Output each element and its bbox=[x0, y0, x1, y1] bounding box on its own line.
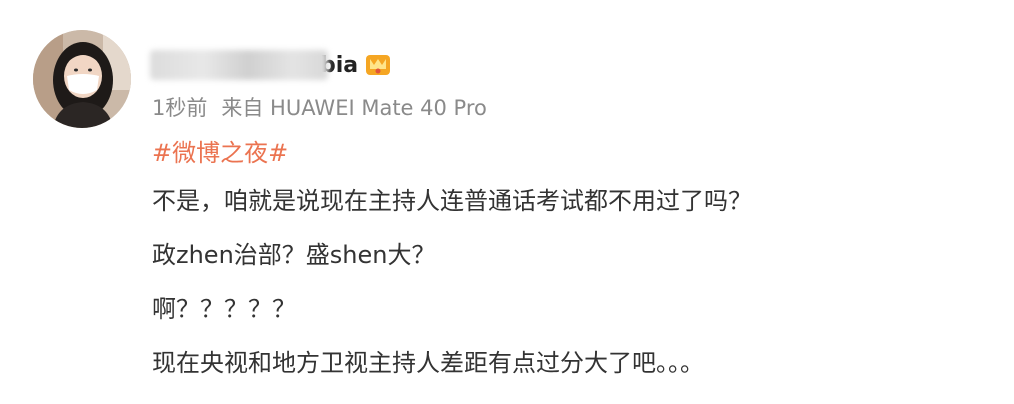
post-time[interactable]: 1秒前 bbox=[152, 96, 207, 120]
post-text-line-1: 不是，咱就是说现在主持人连普通话考试都不用过了吗？ bbox=[152, 187, 752, 215]
post-text-line-4: 现在央视和地方卫视主持人差距有点过分大了吧。。。 bbox=[152, 349, 704, 377]
topic-tag-link[interactable]: #微博之夜# bbox=[152, 136, 972, 170]
weibo-post: bia 1秒前 来自 HUAWEI Mate 40 Pro #微博之夜# 不是，咱… bbox=[0, 0, 1014, 404]
vip-badge-icon[interactable] bbox=[364, 51, 392, 79]
post-text-line-3: 啊？？？？？ bbox=[152, 295, 296, 323]
username-blurred bbox=[150, 50, 328, 80]
post-content: #微博之夜# 不是，咱就是说现在主持人连普通话考试都不用过了吗？ 政zhen治部… bbox=[152, 136, 972, 400]
post-text-line-2: 政zhen治部？盛shen大？ bbox=[152, 241, 436, 269]
username-row[interactable]: bia bbox=[150, 48, 392, 82]
post-source: 来自 HUAWEI Mate 40 Pro bbox=[221, 96, 487, 120]
post-meta: 1秒前 来自 HUAWEI Mate 40 Pro bbox=[152, 92, 487, 122]
avatar[interactable] bbox=[33, 30, 131, 128]
